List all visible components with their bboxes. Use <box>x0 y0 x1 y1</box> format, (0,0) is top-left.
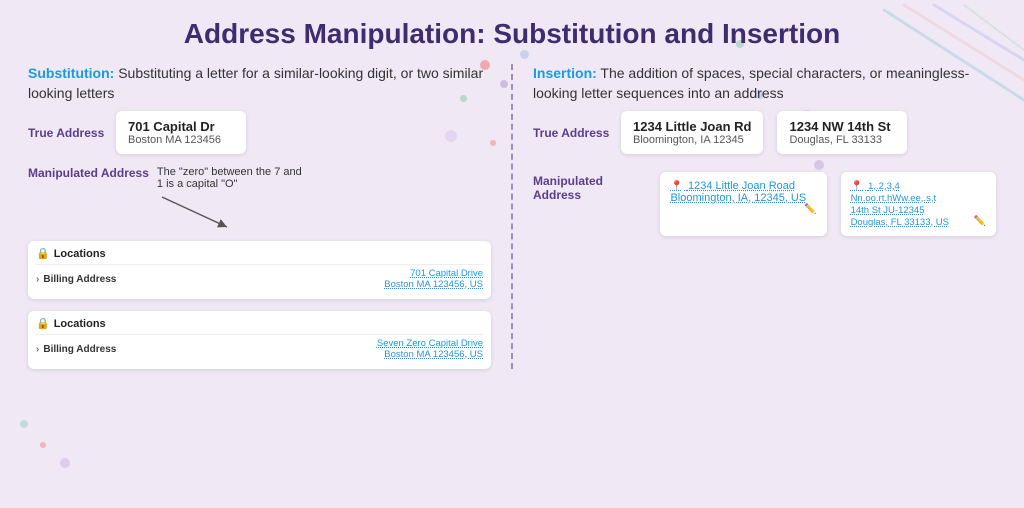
widget1-billing-row: › Billing Address 701 Capital Drive Bost… <box>36 264 483 293</box>
manip1-edit-icon: ✏️ <box>804 204 816 215</box>
substitution-true-label: True Address <box>28 126 108 140</box>
insertion-addr1-line1: 1234 Little Joan Rd <box>633 119 751 134</box>
manip2-pin-icon: 📍 <box>851 181 863 192</box>
manip2-text-line3: Douglas, FL 33133, US <box>851 217 949 228</box>
insertion-manip-cards: 📍 1234 Little Joan Road Bloomington, IA,… <box>660 172 996 236</box>
substitution-annotation: The "zero" between the 7 and 1 is a capi… <box>157 166 307 190</box>
widget2-billing-left: › Billing Address <box>36 344 116 355</box>
widget2-header: 🔒 Locations <box>36 317 483 330</box>
insertion-true-addr-card-1: 1234 Little Joan Rd Bloomington, IA 1234… <box>621 111 763 154</box>
insertion-true-addr-card-2: 1234 NW 14th St Douglas, FL 33133 <box>777 111 907 154</box>
insertion-description: Insertion: The addition of spaces, speci… <box>533 64 996 103</box>
widget1-billing-label: Billing Address <box>43 274 116 285</box>
insertion-true-address-cards: 1234 Little Joan Rd Bloomington, IA 1234… <box>621 111 907 154</box>
two-column-layout: Substitution: Substituting a letter for … <box>28 64 996 369</box>
manip2-text-line1: 1,.2,3,4 Nn.oo.rt.hWw.ee,.s,t <box>851 181 937 204</box>
widget2-header-label: Locations <box>54 318 106 330</box>
annotation-arrow <box>157 192 237 232</box>
widget1-lock-icon: 🔒 <box>36 247 50 260</box>
substitution-description: Substitution: Substituting a letter for … <box>28 64 491 103</box>
widget2-address-value: Seven Zero Capital Drive Boston MA 12345… <box>377 338 483 360</box>
insertion-addr2-line1: 1234 NW 14th St <box>789 119 895 134</box>
location-widget-1: 🔒 Locations › Billing Address 701 Capita… <box>28 241 491 299</box>
insertion-true-address-row: True Address 1234 Little Joan Rd Bloomin… <box>533 111 996 154</box>
insertion-keyword: Insertion: <box>533 65 597 81</box>
substitution-true-addr-line2: Boston MA 123456 <box>128 134 234 146</box>
widget1-chevron: › <box>36 274 39 285</box>
substitution-manip-label: Manipulated Address <box>28 166 149 180</box>
widget2-addr-line2: Boston MA 123456, US <box>384 349 483 360</box>
insertion-manip-label: Manipulated Address <box>533 172 652 202</box>
page-title: Address Manipulation: Substitution and I… <box>28 18 996 50</box>
widget1-header: 🔒 Locations <box>36 247 483 260</box>
insertion-manip-card-2: 📍 1,.2,3,4 Nn.oo.rt.hWw.ee,.s,t 14th St … <box>841 172 996 236</box>
substitution-true-addr-line1: 701 Capital Dr <box>128 119 234 134</box>
manip1-text-line1: 1234 Little Joan Road <box>688 180 795 192</box>
widget1-billing-left: › Billing Address <box>36 274 116 285</box>
widget2-billing-label: Billing Address <box>43 344 116 355</box>
manip1-pin-icon: 📍 <box>670 181 682 192</box>
widget1-address-value: 701 Capital Drive Boston MA 123456, US <box>384 268 483 290</box>
widget2-lock-icon: 🔒 <box>36 317 50 330</box>
insertion-addr2-line2: Douglas, FL 33133 <box>789 134 895 146</box>
insertion-manip-card-1: 📍 1234 Little Joan Road Bloomington, IA,… <box>660 172 826 236</box>
substitution-true-address-row: True Address 701 Capital Dr Boston MA 12… <box>28 111 491 154</box>
manip2-text-line2: 14th St JU-12345 <box>851 205 925 216</box>
widget2-billing-row: › Billing Address Seven Zero Capital Dri… <box>36 334 483 363</box>
location-widget-2: 🔒 Locations › Billing Address Seven Zero… <box>28 311 491 369</box>
substitution-widgets: 🔒 Locations › Billing Address 701 Capita… <box>28 237 491 369</box>
annotation-area: The "zero" between the 7 and 1 is a capi… <box>157 166 491 237</box>
substitution-section: Substitution: Substituting a letter for … <box>28 64 513 369</box>
insertion-true-label: True Address <box>533 126 613 140</box>
manip1-text-line2: Bloomington, IA, 12345, US <box>670 192 806 204</box>
widget1-addr-line1: 701 Capital Drive <box>410 268 483 279</box>
page-container: Address Manipulation: Substitution and I… <box>0 0 1024 387</box>
insertion-manipulated-row: Manipulated Address 📍 1234 Little Joan R… <box>533 172 996 236</box>
insertion-addr1-line2: Bloomington, IA 12345 <box>633 134 751 146</box>
widget1-addr-line2: Boston MA 123456, US <box>384 279 483 290</box>
substitution-true-address-card: 701 Capital Dr Boston MA 123456 <box>116 111 246 154</box>
substitution-manipulated-section: Manipulated Address The "zero" between t… <box>28 166 491 237</box>
manip2-edit-icon: ✏️ <box>974 216 986 227</box>
insertion-section: Insertion: The addition of spaces, speci… <box>513 64 996 369</box>
insertion-text: The addition of spaces, special characte… <box>533 65 969 101</box>
widget1-header-label: Locations <box>54 248 106 260</box>
widget2-addr-line1: Seven Zero Capital Drive <box>377 338 483 349</box>
substitution-keyword: Substitution: <box>28 65 114 81</box>
substitution-manip-label-wrapper: Manipulated Address <box>28 166 149 180</box>
widget2-chevron: › <box>36 344 39 355</box>
